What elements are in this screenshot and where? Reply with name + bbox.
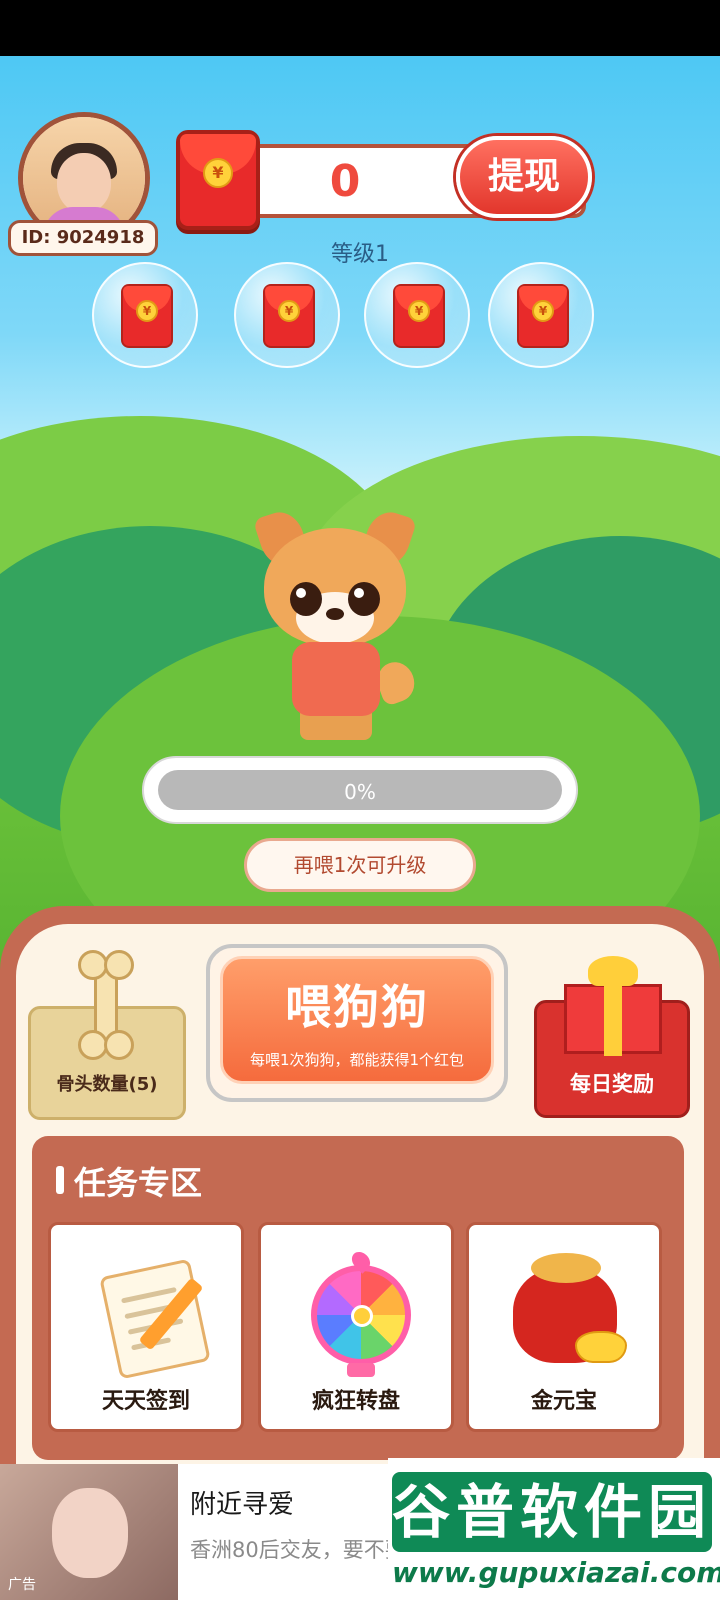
ad-tag: 广告: [8, 1577, 36, 1593]
ad-title[interactable]: 附近寻爱: [190, 1484, 294, 1521]
floating-red-packet[interactable]: ¥: [234, 262, 340, 368]
watermark-url: www.gupuxiazai.com: [392, 1556, 720, 1589]
gold-sack-icon: [509, 1245, 627, 1375]
task-title-marker: [56, 1166, 64, 1194]
status-bar: [0, 0, 720, 56]
yuan-coin-icon: ¥: [203, 158, 233, 188]
yuan-coin-icon: ¥: [136, 300, 158, 322]
dog-character[interactable]: [250, 506, 420, 742]
feed-dog-title: 喂狗狗: [285, 980, 429, 1034]
bone-icon: [66, 950, 146, 1062]
red-packet-icon: ¥: [263, 284, 315, 348]
task-label: 天天签到: [101, 1389, 190, 1414]
gift-box-icon: [558, 956, 668, 1056]
feed-dog-subtitle: 每喂1次狗狗，都能获得1个红包: [249, 1051, 465, 1069]
feed-dog-button[interactable]: 喂狗狗 每喂1次狗狗，都能获得1个红包: [206, 944, 508, 1102]
red-packet-icon: ¥: [393, 284, 445, 348]
bone-count-label: 骨头数量(5): [56, 1074, 158, 1095]
task-zone-title: 任务专区: [74, 1164, 203, 1202]
watermark-logo: 谷普软件园: [392, 1472, 712, 1552]
withdraw-button[interactable]: 提现: [456, 136, 592, 218]
daily-reward-label: 每日奖励: [570, 1072, 654, 1096]
upgrade-tip: 再喂1次可升级: [244, 838, 476, 892]
red-packet-icon: ¥: [176, 130, 260, 230]
floating-red-packet[interactable]: ¥: [488, 262, 594, 368]
user-id-badge: ID: 9024918: [8, 220, 158, 256]
progress-track: 0%: [158, 770, 562, 810]
yuan-coin-icon: ¥: [408, 300, 430, 322]
task-card-gold-ingot[interactable]: 金元宝: [466, 1222, 662, 1432]
progress-text: 0%: [344, 780, 376, 804]
task-card-daily-checkin[interactable]: 天天签到: [48, 1222, 244, 1432]
spin-wheel-icon: [301, 1245, 417, 1377]
task-label: 金元宝: [530, 1389, 597, 1414]
yuan-coin-icon: ¥: [532, 300, 554, 322]
level-progress-bar: 0%: [142, 756, 578, 824]
app-screen: ID: 9024918 0 ¥ 提现 等级1 ¥ ¥ ¥ ¥ 0% 再喂1次可升…: [0, 0, 720, 1600]
task-label: 疯狂转盘: [311, 1389, 400, 1414]
floating-red-packet[interactable]: ¥: [92, 262, 198, 368]
floating-red-packet[interactable]: ¥: [364, 262, 470, 368]
yuan-coin-icon: ¥: [278, 300, 300, 322]
notepad-icon: [91, 1245, 211, 1380]
ad-description: 香洲80后交友，要不要试试: [190, 1538, 410, 1562]
red-packet-icon: ¥: [517, 284, 569, 348]
task-card-lucky-wheel[interactable]: 疯狂转盘: [258, 1222, 454, 1432]
balance-value: 0: [329, 156, 361, 207]
red-packet-icon: ¥: [121, 284, 173, 348]
